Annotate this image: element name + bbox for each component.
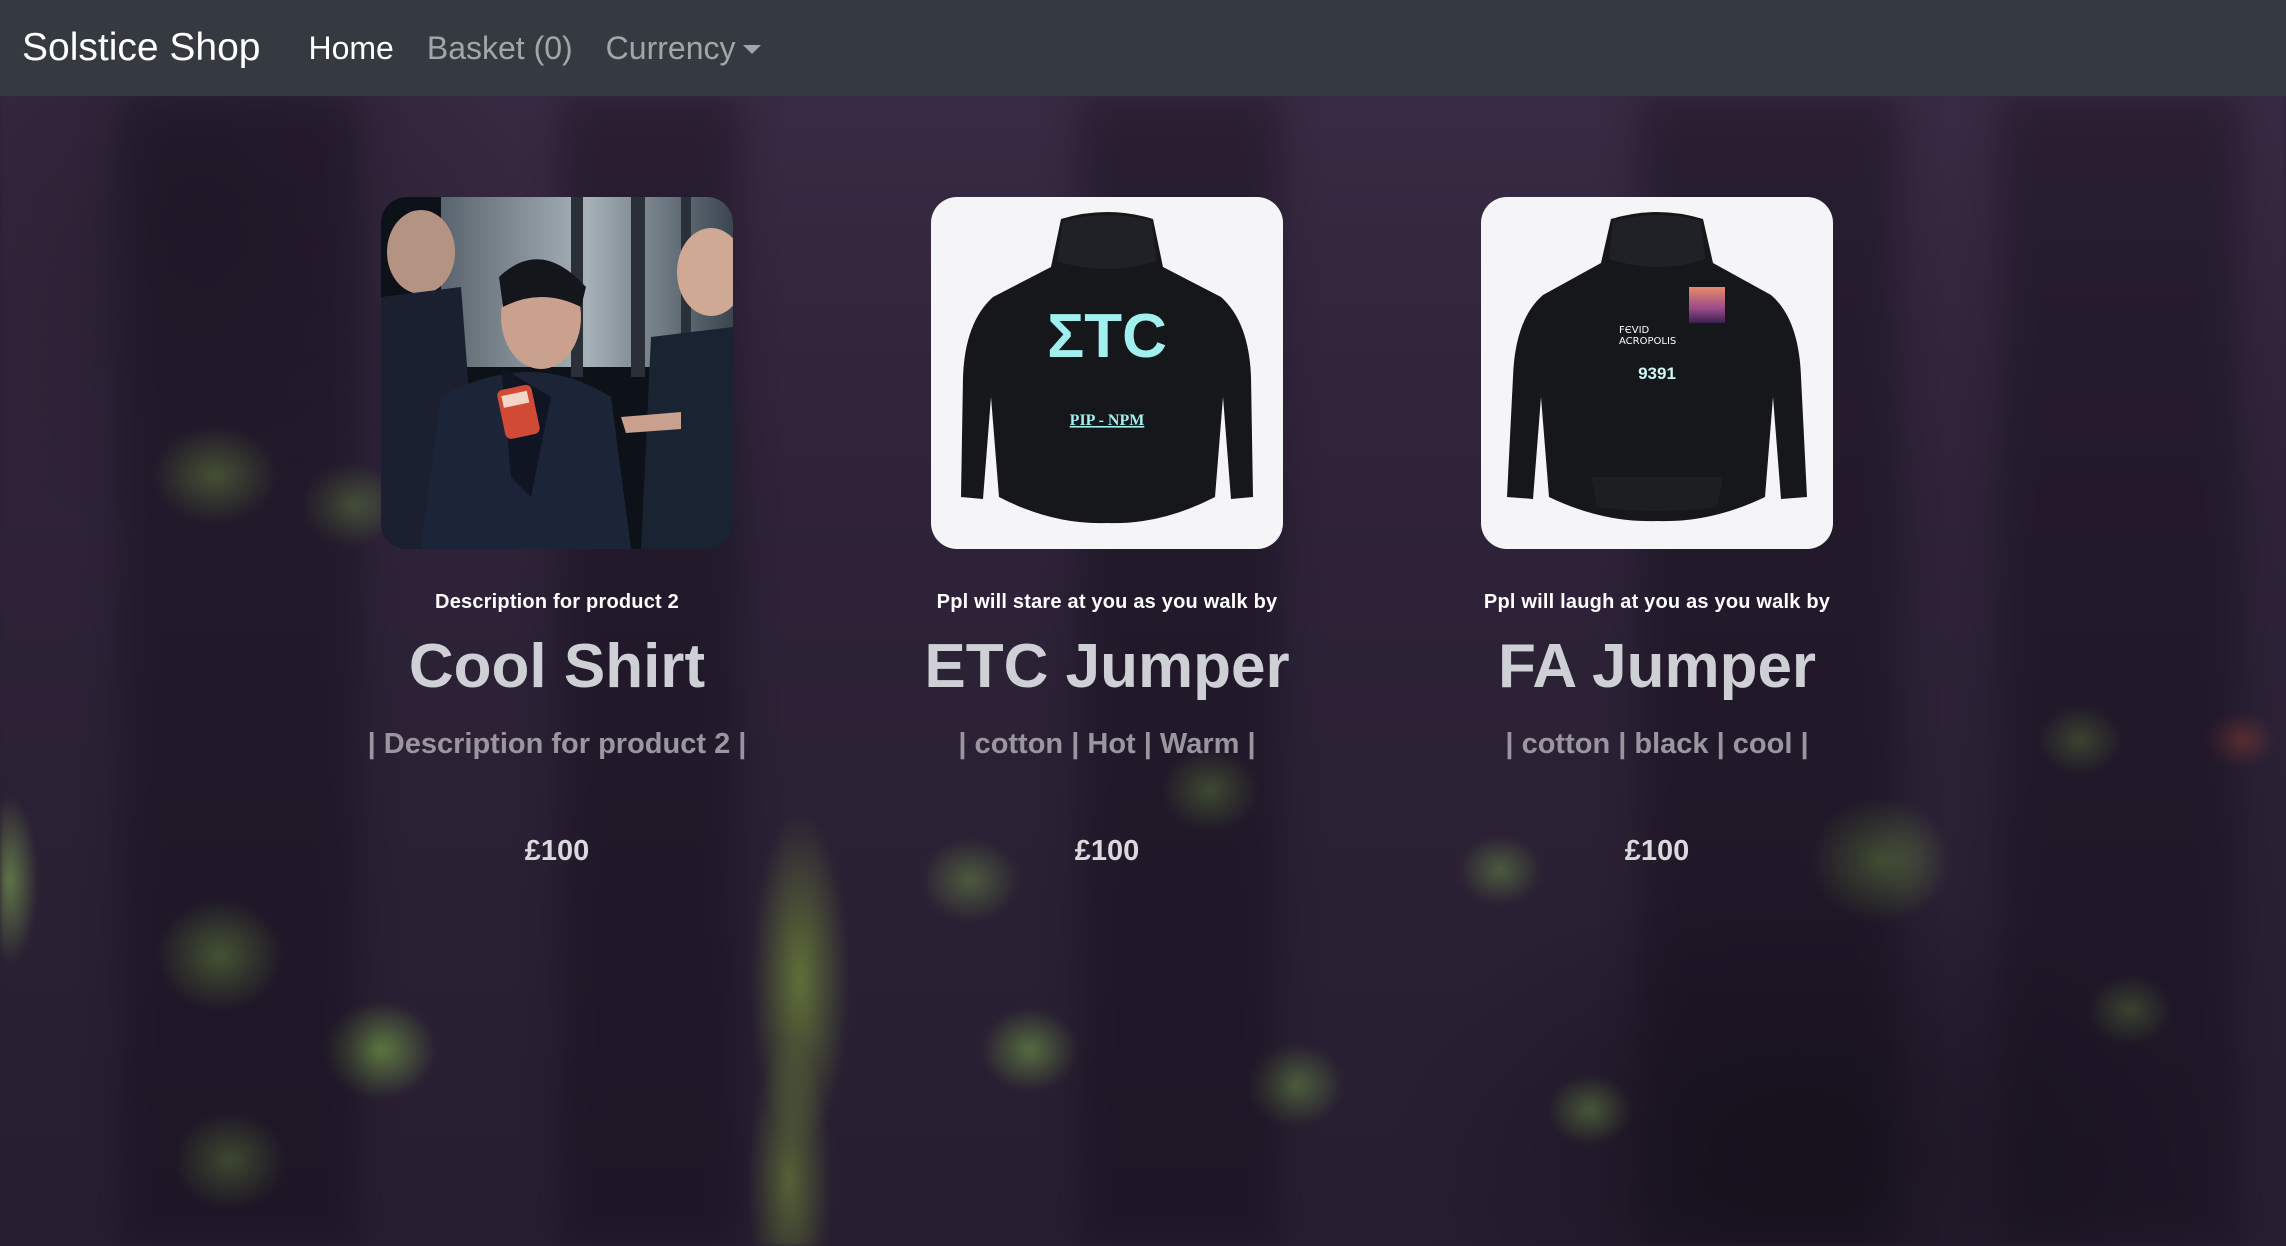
product-tags: | Description for product 2 |: [367, 728, 747, 760]
product-card-etc-jumper: ΣTC PIP - NPM Ppl will stare at you as y…: [827, 197, 1387, 868]
currency-dropdown-label: Currency: [605, 29, 736, 66]
product-price: £100: [524, 835, 590, 867]
hoodie-print-line2: ACROPOLIS: [1619, 336, 1676, 347]
product-tagline: Ppl will stare at you as you walk by: [936, 591, 1278, 613]
product-tags: | cotton | Hot | Warm |: [958, 728, 1256, 760]
product-price: £100: [1074, 835, 1140, 867]
band-photo-image: [381, 197, 733, 549]
nav-currency-dropdown[interactable]: Currency: [606, 30, 762, 67]
brand-link[interactable]: Solstice Shop: [22, 26, 260, 70]
product-image-fa-jumper[interactable]: FЄVID ACROPOLIS 9391: [1481, 197, 1833, 549]
nav-basket-link[interactable]: Basket (0): [427, 30, 573, 67]
product-image-cool-shirt[interactable]: [381, 197, 733, 549]
product-card-cool-shirt: Description for product 2 Cool Shirt | D…: [277, 197, 837, 868]
product-name[interactable]: ETC Jumper: [924, 636, 1289, 698]
product-tags: | cotton | black | cool |: [1505, 728, 1809, 760]
product-image-etc-jumper[interactable]: ΣTC PIP - NPM: [931, 197, 1283, 549]
product-grid: Description for product 2 Cool Shirt | D…: [0, 96, 2286, 1246]
caret-down-icon: [743, 44, 762, 54]
product-price: £100: [1624, 835, 1690, 867]
black-hoodie-image: FЄVID ACROPOLIS 9391: [1481, 197, 1833, 549]
hoodie-print-line1: FЄVID: [1619, 325, 1650, 336]
hoodie-print-number: 9391: [1638, 364, 1676, 383]
product-tagline: Ppl will laugh at you as you walk by: [1483, 591, 1831, 613]
product-card-fa-jumper: FЄVID ACROPOLIS 9391 Ppl will laugh at y…: [1377, 197, 1937, 868]
product-tagline: Description for product 2: [435, 591, 679, 613]
black-hoodie-image: ΣTC PIP - NPM: [931, 197, 1283, 549]
nav-home-link[interactable]: Home: [308, 30, 393, 67]
hoodie-print-sub: PIP - NPM: [1070, 412, 1145, 429]
hoodie-print-main: ΣTC: [1047, 302, 1167, 371]
product-name[interactable]: Cool Shirt: [409, 636, 705, 698]
navbar: Solstice Shop Home Basket (0) Currency: [0, 0, 2286, 96]
product-name[interactable]: FA Jumper: [1498, 636, 1816, 698]
